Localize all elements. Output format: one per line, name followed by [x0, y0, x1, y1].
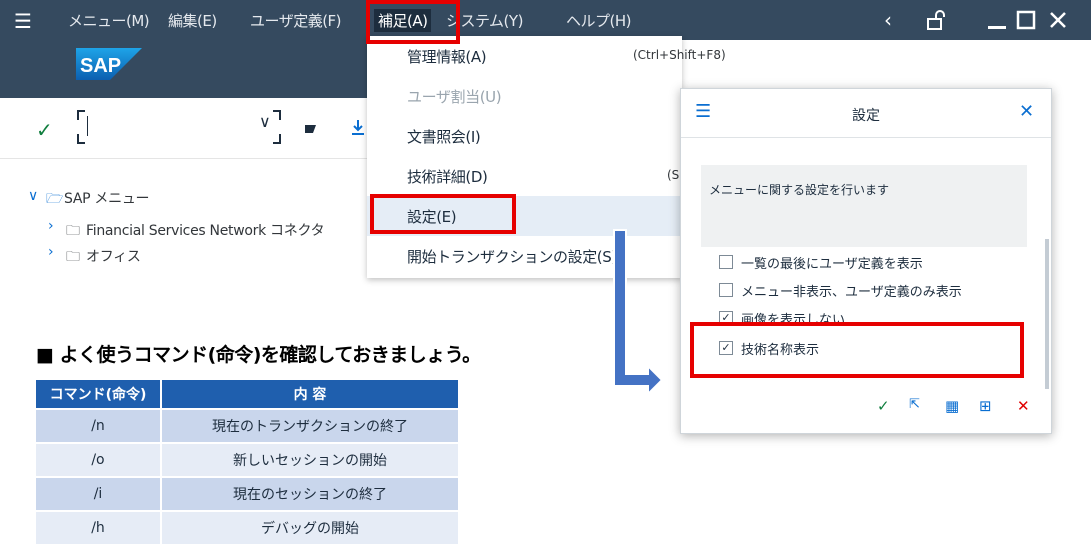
chevron-right-icon[interactable]: › [48, 218, 54, 234]
tree-node-label: オフィス [86, 249, 141, 265]
command-table: コマンド(命令) 内 容 /n 現在のトランザクションの終了 /o 新しいセッシ… [36, 378, 458, 546]
select-icon[interactable]: ⇱ [909, 397, 920, 412]
back-icon[interactable]: ‹ [884, 8, 892, 32]
dialog-title: 設定 [852, 108, 880, 124]
menu-tree: ∨ 🗁 SAP メニュー › 🗀 Financial Services Netw… [0, 176, 367, 272]
command-input[interactable] [85, 114, 249, 140]
folder-open-icon: 🗁 [46, 191, 64, 207]
table-row: /i 現在のセッションの終了 [36, 478, 458, 510]
highlight-extras-menu [366, 0, 460, 44]
highlight-technical-names-option [690, 322, 1024, 378]
scrollbar[interactable] [1045, 239, 1049, 389]
arrow-connector [613, 229, 664, 397]
table-row: /h デバッグの開始 [36, 512, 458, 544]
unlock-icon[interactable] [926, 9, 948, 31]
highlight-settings-option [370, 194, 516, 234]
chevron-down-icon[interactable]: ∨ [259, 112, 271, 131]
save-icon[interactable] [304, 122, 320, 136]
checkbox[interactable] [719, 283, 733, 297]
enter-check-icon[interactable]: ✓ [36, 118, 53, 142]
menu-option-document-query[interactable]: 文書照会(I) [367, 116, 682, 156]
select-all-icon[interactable]: ▦ [945, 397, 959, 415]
close-icon[interactable] [1048, 10, 1068, 30]
svg-text:SAP: SAP [80, 55, 121, 77]
header-band: SAP [0, 40, 367, 98]
minimize-icon[interactable] [986, 12, 1008, 30]
sap-logo: SAP [76, 48, 142, 80]
deselect-all-icon[interactable]: ⊞ [979, 397, 992, 415]
folder-icon: 🗀 [66, 249, 80, 265]
chevron-down-icon[interactable]: ∨ [28, 188, 38, 204]
cancel-x-icon[interactable]: ✕ [1017, 397, 1030, 415]
guide-heading: ■ よく使うコマンド(命令)を確認しておきましょう。 [36, 344, 481, 366]
chevron-right-icon[interactable]: › [48, 244, 54, 260]
column-header-command: コマンド(命令) [36, 380, 162, 408]
tree-node-label: SAP メニュー [64, 191, 150, 207]
confirm-check-icon[interactable]: ✓ [877, 397, 890, 415]
dialog-close-icon[interactable]: ✕ [1019, 101, 1034, 122]
table-row: /n 現在のトランザクションの終了 [36, 410, 458, 442]
menu-option-technical-details[interactable]: 技術詳細(D) (S [367, 156, 682, 196]
tree-node-label: Financial Services Network コネクタ [86, 223, 325, 239]
folder-icon: 🗀 [66, 223, 80, 239]
command-field[interactable]: ∨ [77, 110, 281, 144]
maximize-icon[interactable] [1016, 10, 1036, 30]
settings-dialog: ☰ 設定 ✕ メニューに関する設定を行います 一覧の最後にユーザ定義を表示 メニ… [680, 88, 1052, 434]
menu-item-menu[interactable]: メニュー(M) [68, 10, 150, 31]
dialog-description: メニューに関する設定を行います [709, 183, 890, 197]
table-row: /o 新しいセッションの開始 [36, 444, 458, 476]
menu-item-help[interactable]: ヘルプ(H) [566, 10, 631, 31]
menu-option-user-assignment: ユーザ割当(U) [407, 88, 502, 106]
hamburger-menu-icon[interactable]: ☰ [14, 9, 32, 33]
dialog-header: ☰ 設定 ✕ [681, 89, 1051, 138]
menu-bar: ☰ メニュー(M) 編集(E) ユーザ定義(F) 補足(A) システム(Y) ヘ… [0, 0, 1091, 40]
menu-item-favorites[interactable]: ユーザ定義(F) [250, 10, 342, 31]
menu-item-edit[interactable]: 編集(E) [168, 10, 217, 31]
dialog-description-box: メニューに関する設定を行います [701, 165, 1027, 247]
column-header-description: 内 容 [162, 380, 458, 408]
download-icon[interactable] [350, 118, 366, 138]
checkbox[interactable] [719, 255, 733, 269]
